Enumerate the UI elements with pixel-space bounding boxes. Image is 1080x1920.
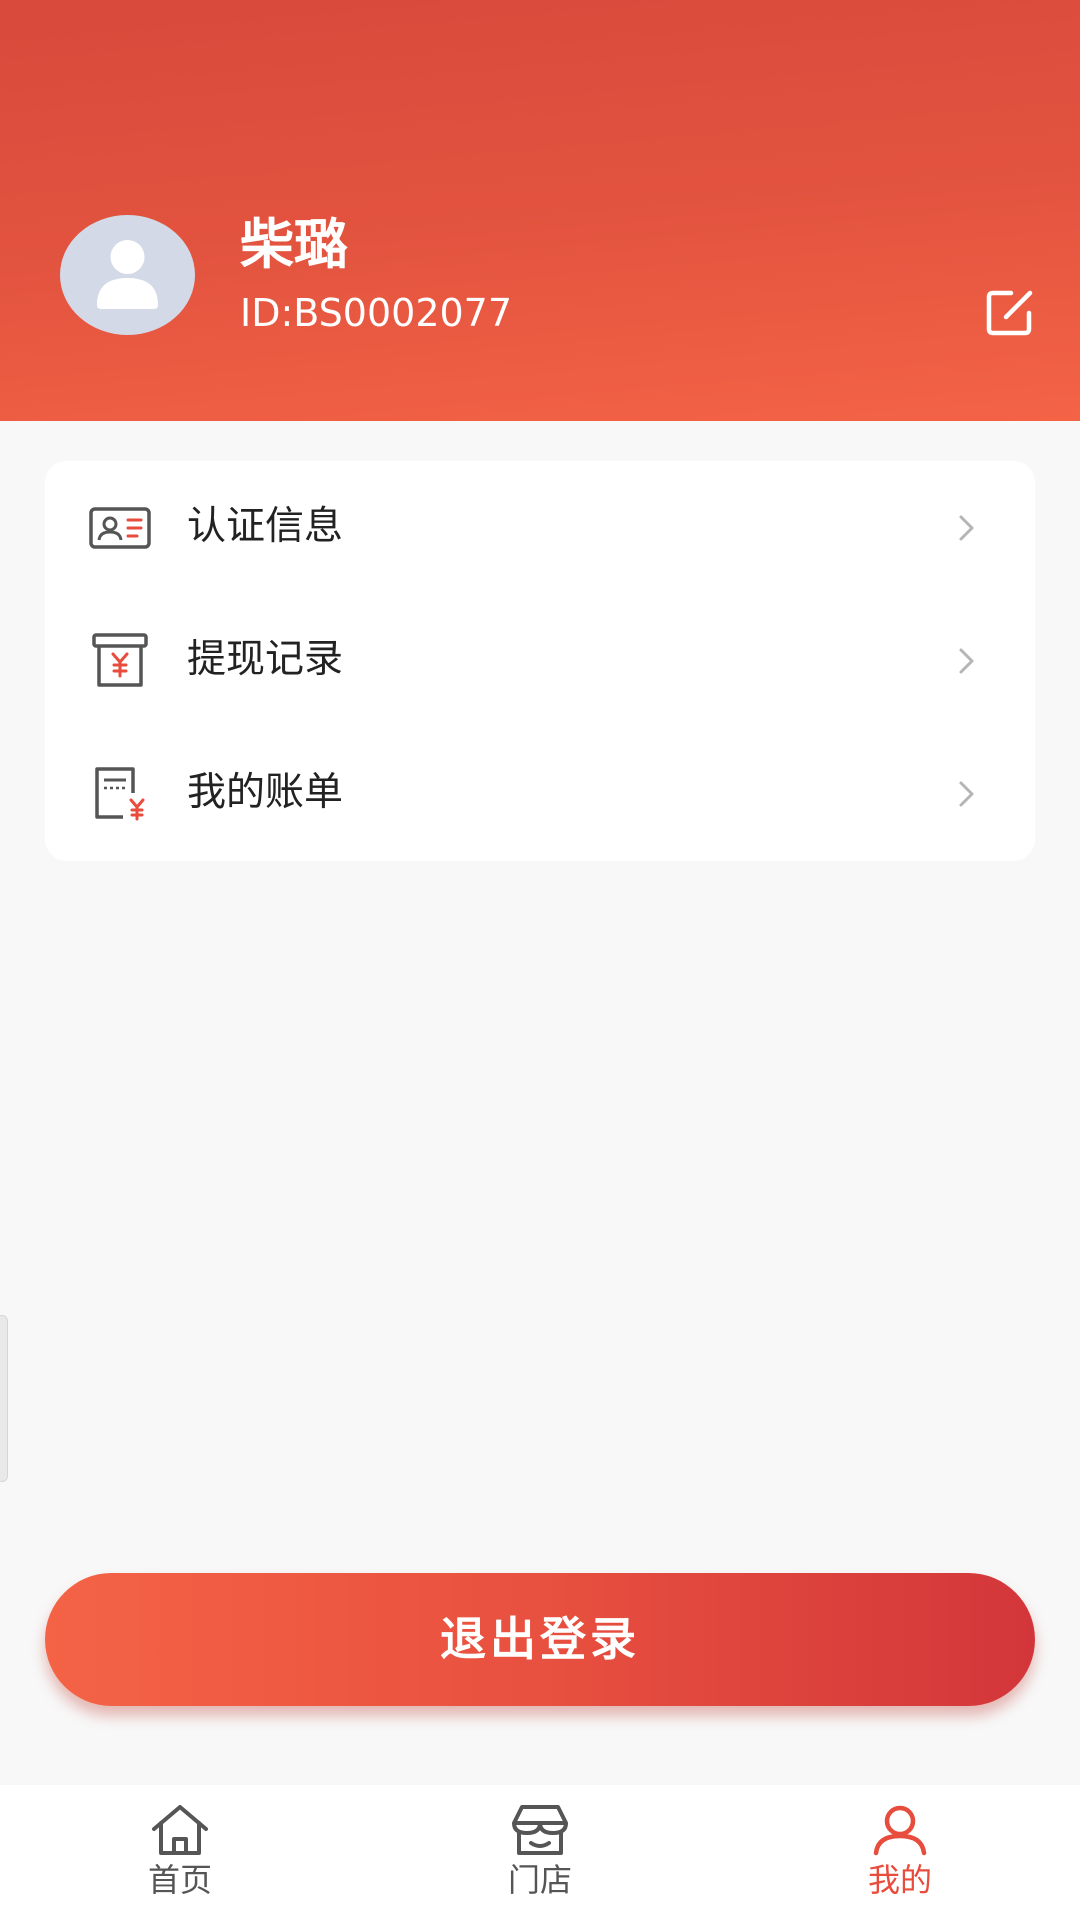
tab-label: 首页 bbox=[147, 1861, 212, 1899]
avatar-placeholder-icon bbox=[97, 240, 158, 309]
bottom-tab-bar: 首页 门店 我的 bbox=[0, 1785, 1080, 1920]
side-drawer-handle[interactable] bbox=[0, 1315, 8, 1482]
menu-item-my-bills[interactable]: 我的账单 bbox=[45, 727, 1035, 860]
user-icon bbox=[873, 1805, 927, 1856]
menu-item-label: 认证信息 bbox=[187, 504, 344, 549]
tab-label: 我的 bbox=[867, 1861, 932, 1899]
menu-card: 认证信息 提现记录 我的账单 bbox=[45, 461, 1035, 861]
tab-label: 门店 bbox=[507, 1861, 572, 1899]
home-icon bbox=[152, 1805, 208, 1855]
withdraw-icon bbox=[92, 633, 148, 687]
tab-store[interactable]: 门店 bbox=[440, 1785, 640, 1920]
chevron-right-icon bbox=[959, 648, 974, 674]
profile-header: 柴璐 ID:BS0002077 bbox=[0, 0, 1080, 421]
logout-button[interactable]: 退出登录 bbox=[45, 1573, 1035, 1706]
chevron-right-icon bbox=[959, 515, 974, 541]
menu-item-label: 我的账单 bbox=[187, 770, 344, 815]
tab-mine[interactable]: 我的 bbox=[800, 1785, 1000, 1920]
tab-home[interactable]: 首页 bbox=[80, 1785, 280, 1920]
menu-item-verification[interactable]: 认证信息 bbox=[45, 461, 1035, 594]
user-name: 柴璐 bbox=[240, 213, 348, 276]
edit-icon bbox=[986, 290, 1033, 336]
store-icon bbox=[512, 1805, 568, 1855]
bill-icon bbox=[95, 767, 145, 821]
avatar[interactable] bbox=[60, 215, 195, 335]
menu-item-label: 提现记录 bbox=[187, 637, 344, 682]
edit-profile-button[interactable] bbox=[985, 287, 1035, 337]
user-id: ID:BS0002077 bbox=[240, 291, 513, 335]
menu-item-withdraw-records[interactable]: 提现记录 bbox=[45, 594, 1035, 727]
id-card-icon bbox=[89, 507, 151, 549]
chevron-right-icon bbox=[959, 781, 974, 807]
